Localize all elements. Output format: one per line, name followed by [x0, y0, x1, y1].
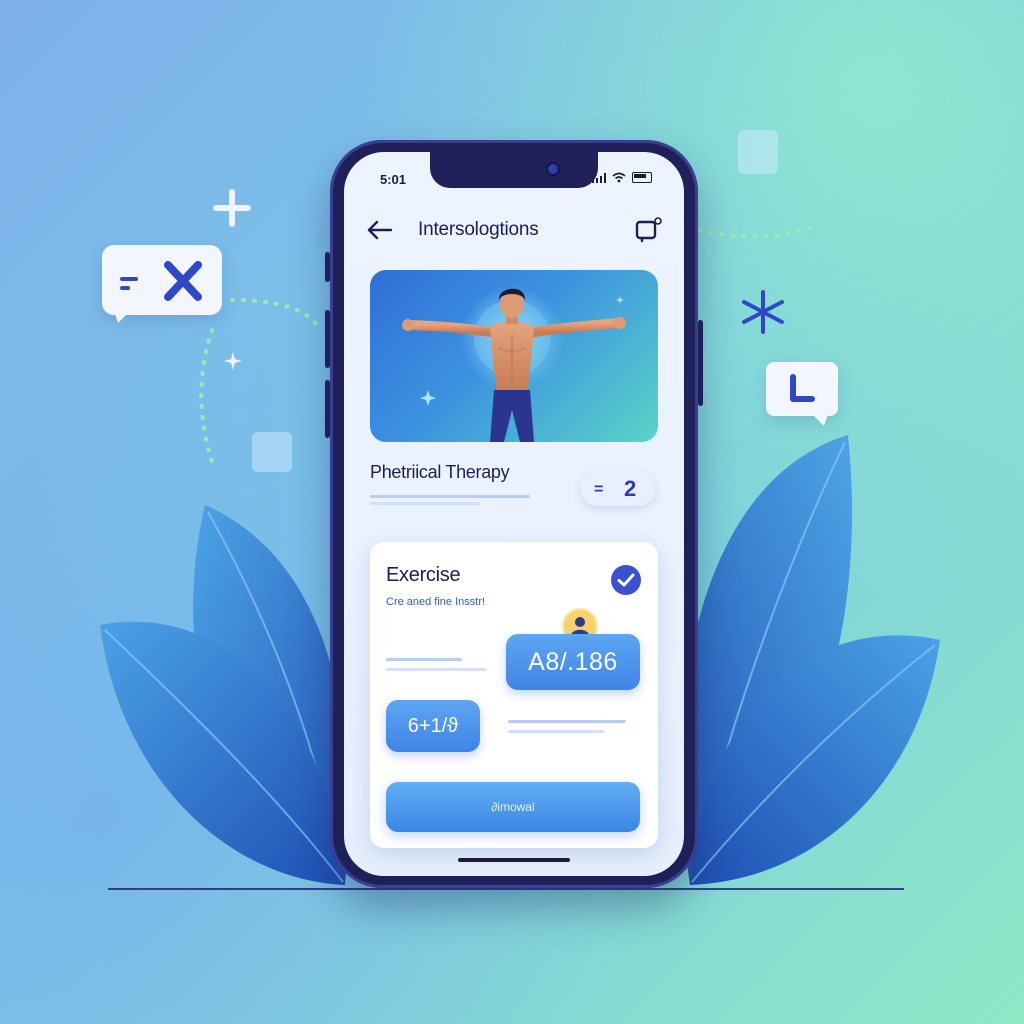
- phone-button-volume-up: [325, 310, 330, 368]
- placeholder-line: [386, 668, 486, 671]
- plus-icon: [213, 189, 251, 227]
- primary-action-button[interactable]: ∂imowal: [386, 782, 640, 832]
- placeholder-line: [386, 658, 462, 661]
- ground-line: [108, 888, 904, 890]
- phone-button-volume-down: [325, 380, 330, 438]
- counter-value: 2: [624, 476, 637, 501]
- chat-bubble-left: [102, 245, 222, 323]
- phone-device: 5:01 Intersologtions Phetriical Therapy …: [325, 140, 703, 888]
- wifi-icon: [612, 172, 626, 183]
- status-time: 5:01: [380, 172, 407, 187]
- counter-symbol: =: [594, 481, 604, 498]
- section-underline: [370, 495, 530, 498]
- deco-square-left: [252, 432, 292, 472]
- phone-button-mute: [325, 252, 330, 282]
- battery-icon: [632, 172, 652, 183]
- phone-screen: 5:01 Intersologtions Phetriical Therapy …: [344, 152, 684, 876]
- phone-button-power: [698, 320, 703, 406]
- hero-banner: [370, 270, 658, 442]
- exercise-subtitle: Cre aned fine Insstr!: [386, 596, 486, 608]
- value-pill-secondary[interactable]: 6+1/ϑ: [386, 700, 480, 752]
- chat-bubble-right: [766, 362, 838, 426]
- asterisk-icon: [742, 290, 784, 334]
- status-icons: [592, 172, 652, 183]
- letter-l-icon: [790, 374, 815, 402]
- app-header: Intersologtions: [344, 208, 684, 252]
- placeholder-line: [508, 730, 604, 733]
- person-stretching-illustration: [402, 286, 626, 442]
- placeholder-line: [508, 720, 626, 723]
- camera-icon: [548, 164, 558, 174]
- section-title: Phetriical Therapy: [370, 462, 510, 482]
- signal-icon: [592, 172, 606, 183]
- home-indicator[interactable]: [458, 858, 570, 862]
- arrow-left-icon[interactable]: [366, 218, 394, 242]
- app-title: Intersologtions: [418, 219, 539, 240]
- section-underline-secondary: [370, 502, 480, 505]
- close-icon: [164, 261, 202, 301]
- sparkle-icon: [224, 352, 242, 370]
- square-notification-icon[interactable]: [634, 216, 662, 244]
- check-circle-icon[interactable]: [610, 564, 642, 596]
- notch: [430, 152, 598, 188]
- deco-square-right: [738, 130, 778, 174]
- counter-chip[interactable]: = 2: [580, 470, 656, 506]
- exercise-card: Exercise Cre aned fine Insstr! A8/.186 6…: [370, 542, 658, 848]
- exercise-title: Exercise: [386, 564, 461, 586]
- value-pill-primary[interactable]: A8/.186: [506, 634, 640, 690]
